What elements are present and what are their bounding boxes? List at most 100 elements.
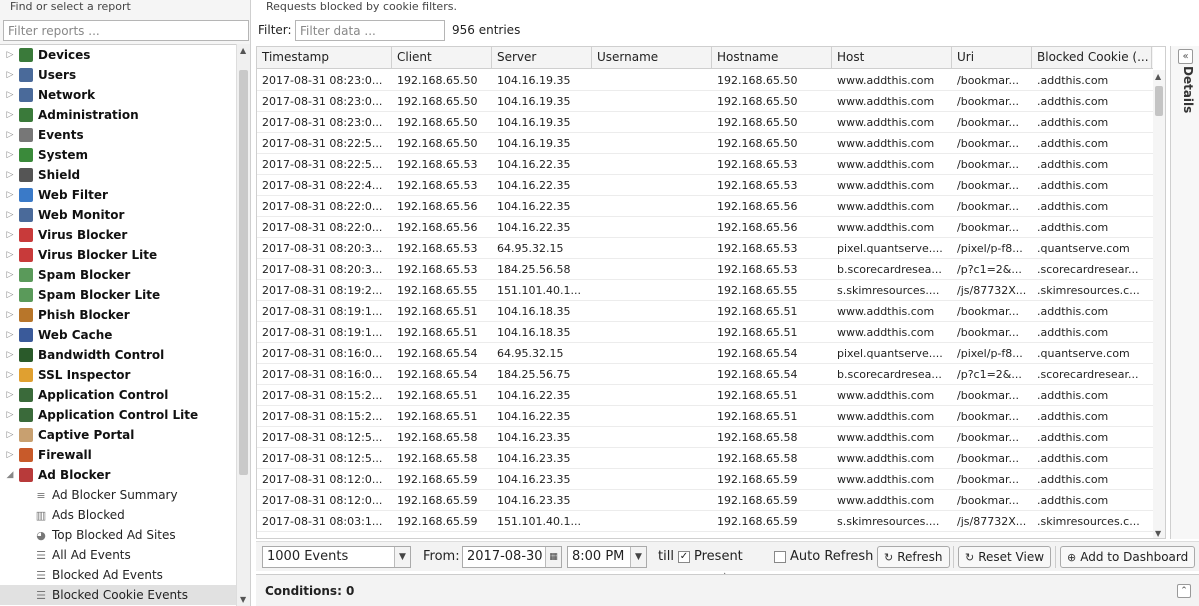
- table-row[interactable]: 2017-08-31 08:23:0... 192.168.65.50 104.16…: [257, 112, 1153, 133]
- events-limit-select[interactable]: 1000 Events ▼: [262, 546, 411, 568]
- collapsed-arrow-icon[interactable]: ▷: [5, 130, 15, 140]
- collapsed-arrow-icon[interactable]: ▷: [5, 50, 15, 60]
- table-row[interactable]: 2017-08-31 08:22:4... 192.168.65.53 104.16…: [257, 175, 1153, 196]
- table-row[interactable]: 2017-08-31 08:12:0... 192.168.65.59 104.16…: [257, 469, 1153, 490]
- chevron-down-icon[interactable]: ▼: [630, 547, 646, 567]
- tree-item-virus-blocker-lite[interactable]: ▷ Virus Blocker Lite: [0, 245, 236, 265]
- scroll-down-icon[interactable]: ▼: [1155, 529, 1161, 538]
- report-item-blocked-cookie-events[interactable]: ☰ Blocked Cookie Events: [0, 585, 236, 605]
- table-row[interactable]: 2017-08-31 08:22:0... 192.168.65.56 104.16…: [257, 217, 1153, 238]
- add-to-dashboard-button[interactable]: ⊕ Add to Dashboard: [1060, 546, 1196, 568]
- table-row[interactable]: 2017-08-31 08:12:5... 192.168.65.58 104.16…: [257, 427, 1153, 448]
- table-row[interactable]: 2017-08-31 08:22:0... 192.168.65.56 104.16…: [257, 196, 1153, 217]
- tree-item-shield[interactable]: ▷ Shield: [0, 165, 236, 185]
- table-row[interactable]: 2017-08-31 08:03:1... 192.168.65.59 151.10…: [257, 511, 1153, 532]
- report-item-ads-blocked[interactable]: ▥ Ads Blocked: [0, 505, 236, 525]
- column-header-username[interactable]: Username: [592, 47, 712, 69]
- tree-item-web-filter[interactable]: ▷ Web Filter: [0, 185, 236, 205]
- tree-item-phish-blocker[interactable]: ▷ Phish Blocker: [0, 305, 236, 325]
- collapsed-arrow-icon[interactable]: ▷: [5, 70, 15, 80]
- table-row[interactable]: 2017-08-31 08:16:0... 192.168.65.54 184.25…: [257, 364, 1153, 385]
- table-row[interactable]: 2017-08-31 08:15:2... 192.168.65.51 104.16…: [257, 385, 1153, 406]
- collapsed-arrow-icon[interactable]: ▷: [5, 150, 15, 160]
- tree-item-firewall[interactable]: ▷ Firewall: [0, 445, 236, 465]
- table-row[interactable]: 2017-08-31 08:12:0... 192.168.65.59 104.16…: [257, 490, 1153, 511]
- tree-item-bandwidth-control[interactable]: ▷ Bandwidth Control: [0, 345, 236, 365]
- table-row[interactable]: 2017-08-31 08:22:5... 192.168.65.53 104.16…: [257, 154, 1153, 175]
- tree-item-captive-portal[interactable]: ▷ Captive Portal: [0, 425, 236, 445]
- collapsed-arrow-icon[interactable]: ▷: [5, 410, 15, 420]
- tree-item-spam-blocker[interactable]: ▷ Spam Blocker: [0, 265, 236, 285]
- tree-item-application-control-lite[interactable]: ▷ Application Control Lite: [0, 405, 236, 425]
- collapsed-arrow-icon[interactable]: ▷: [5, 310, 15, 320]
- report-item-top-blocked-ad-sites[interactable]: ◕ Top Blocked Ad Sites: [0, 525, 236, 545]
- collapsed-arrow-icon[interactable]: ▷: [5, 390, 15, 400]
- tree-item-ad-blocker[interactable]: ◢ Ad Blocker: [0, 465, 236, 485]
- report-item-all-ad-events[interactable]: ☰ All Ad Events: [0, 545, 236, 565]
- table-row[interactable]: 2017-08-31 08:16:0... 192.168.65.54 64.95.…: [257, 343, 1153, 364]
- tree-item-web-cache[interactable]: ▷ Web Cache: [0, 325, 236, 345]
- column-header-uri[interactable]: Uri: [952, 47, 1032, 69]
- reset-view-button[interactable]: ↻ Reset View: [958, 546, 1052, 568]
- column-header-server[interactable]: Server: [492, 47, 592, 69]
- table-row[interactable]: 2017-08-31 08:19:1... 192.168.65.51 104.16…: [257, 322, 1153, 343]
- collapsed-arrow-icon[interactable]: ▷: [5, 190, 15, 200]
- table-row[interactable]: 2017-08-31 08:23:0... 192.168.65.50 104.16…: [257, 91, 1153, 112]
- scroll-up-icon[interactable]: ▲: [240, 46, 246, 55]
- collapsed-arrow-icon[interactable]: ▷: [5, 250, 15, 260]
- collapsed-arrow-icon[interactable]: ▷: [5, 210, 15, 220]
- column-header-host[interactable]: Host: [832, 47, 952, 69]
- tree-scroll-thumb[interactable]: [239, 70, 248, 475]
- details-label[interactable]: Details: [1175, 66, 1195, 126]
- collapsed-arrow-icon[interactable]: ▷: [5, 350, 15, 360]
- tree-item-devices[interactable]: ▷ Devices: [0, 45, 236, 65]
- filter-data-input[interactable]: [295, 20, 445, 41]
- table-row[interactable]: 2017-08-31 08:19:1... 192.168.65.51 104.16…: [257, 301, 1153, 322]
- table-row[interactable]: 2017-08-31 08:15:2... 192.168.65.51 104.16…: [257, 406, 1153, 427]
- filter-reports-input[interactable]: [3, 20, 249, 41]
- from-time-field[interactable]: 8:00 PM ▼: [567, 546, 647, 568]
- auto-refresh-checkbox[interactable]: [774, 551, 786, 563]
- refresh-button[interactable]: ↻ Refresh: [877, 546, 950, 568]
- collapsed-arrow-icon[interactable]: ▷: [5, 170, 15, 180]
- tree-item-spam-blocker-lite[interactable]: ▷ Spam Blocker Lite: [0, 285, 236, 305]
- table-row[interactable]: 2017-08-31 08:12:5... 192.168.65.58 104.16…: [257, 448, 1153, 469]
- grid-scrollbar[interactable]: ▲ ▼: [1153, 70, 1165, 538]
- table-row[interactable]: 2017-08-31 08:20:3... 192.168.65.53 184.25…: [257, 259, 1153, 280]
- report-item-blocked-ad-events[interactable]: ☰ Blocked Ad Events: [0, 565, 236, 585]
- table-row[interactable]: 2017-08-31 08:20:3... 192.168.65.53 64.95.…: [257, 238, 1153, 259]
- collapsed-arrow-icon[interactable]: ▷: [5, 90, 15, 100]
- calendar-icon[interactable]: ▦: [545, 547, 561, 567]
- tree-item-virus-blocker[interactable]: ▷ Virus Blocker: [0, 225, 236, 245]
- tree-scrollbar[interactable]: ▲ ▼: [236, 44, 250, 606]
- collapsed-arrow-icon[interactable]: ▷: [5, 430, 15, 440]
- collapsed-arrow-icon[interactable]: ▷: [5, 270, 15, 280]
- collapsed-arrow-icon[interactable]: ▷: [5, 450, 15, 460]
- expanded-arrow-icon[interactable]: ◢: [5, 470, 15, 480]
- table-row[interactable]: 2017-08-31 08:19:2... 192.168.65.55 151.10…: [257, 280, 1153, 301]
- collapsed-arrow-icon[interactable]: ▷: [5, 290, 15, 300]
- column-header-timestamp[interactable]: Timestamp: [257, 47, 392, 69]
- tree-item-network[interactable]: ▷ Network: [0, 85, 236, 105]
- present-checkbox[interactable]: ✓: [678, 551, 690, 563]
- table-row[interactable]: 2017-08-31 08:22:5... 192.168.65.50 104.16…: [257, 133, 1153, 154]
- table-row[interactable]: 2017-08-31 08:23:0... 192.168.65.50 104.16…: [257, 70, 1153, 91]
- column-header-client[interactable]: Client: [392, 47, 492, 69]
- tree-item-administration[interactable]: ▷ Administration: [0, 105, 236, 125]
- scroll-up-icon[interactable]: ▲: [1155, 72, 1161, 81]
- column-header-blocked-cookie[interactable]: Blocked Cookie (...: [1032, 47, 1152, 69]
- collapsed-arrow-icon[interactable]: ▷: [5, 330, 15, 340]
- tree-item-system[interactable]: ▷ System: [0, 145, 236, 165]
- grid-scroll-thumb[interactable]: [1155, 86, 1163, 116]
- tree-item-users[interactable]: ▷ Users: [0, 65, 236, 85]
- column-header-hostname[interactable]: Hostname: [712, 47, 832, 69]
- expand-details-icon[interactable]: «: [1178, 49, 1193, 64]
- collapsed-arrow-icon[interactable]: ▷: [5, 370, 15, 380]
- tree-item-ssl-inspector[interactable]: ▷ SSL Inspector: [0, 365, 236, 385]
- from-date-field[interactable]: 2017-08-30 ▦: [462, 546, 562, 568]
- collapsed-arrow-icon[interactable]: ▷: [5, 110, 15, 120]
- chevron-down-icon[interactable]: ▼: [394, 547, 410, 567]
- tree-item-web-monitor[interactable]: ▷ Web Monitor: [0, 205, 236, 225]
- tree-item-events[interactable]: ▷ Events: [0, 125, 236, 145]
- scroll-down-icon[interactable]: ▼: [240, 595, 246, 604]
